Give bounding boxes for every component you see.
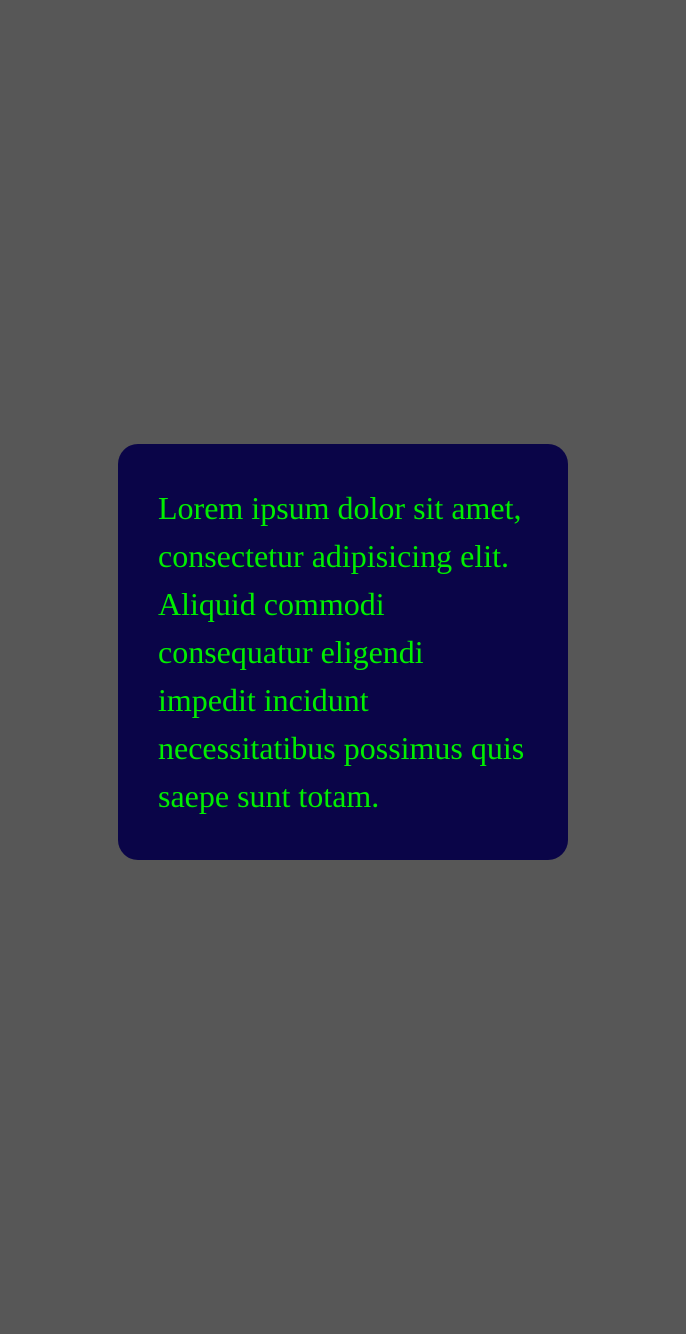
text-card: Lorem ipsum dolor sit amet, consectetur … xyxy=(118,444,568,860)
page-background: Lorem ipsum dolor sit amet, consectetur … xyxy=(0,0,686,1334)
card-text: Lorem ipsum dolor sit amet, consectetur … xyxy=(158,490,525,814)
